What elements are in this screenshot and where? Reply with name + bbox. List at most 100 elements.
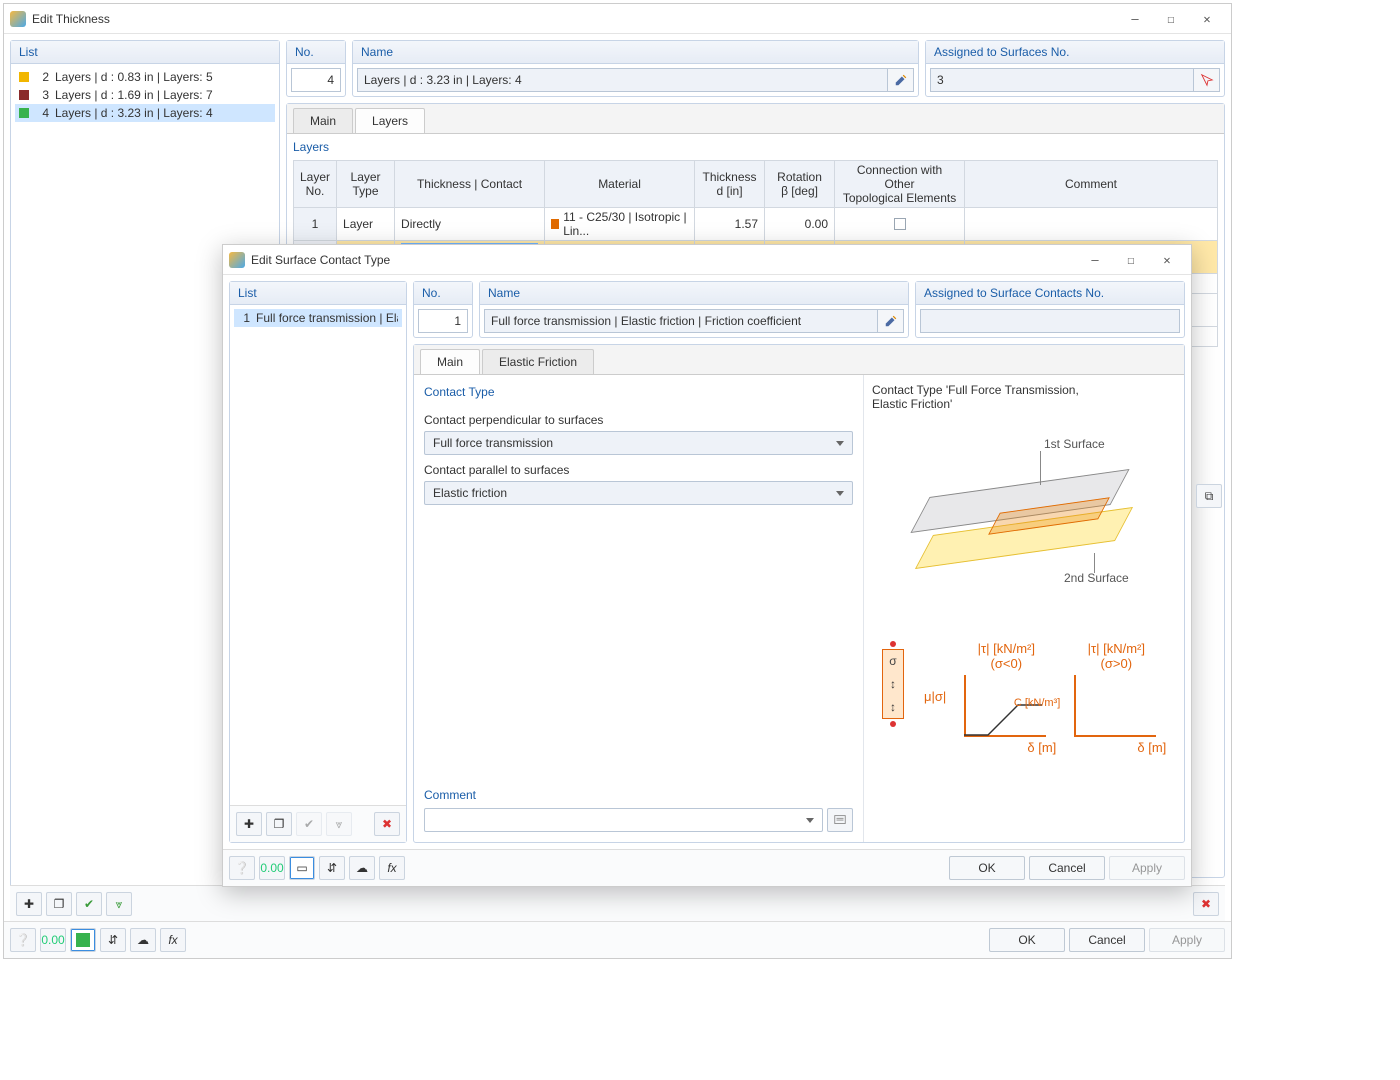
help-button[interactable]: ❔ bbox=[229, 856, 255, 880]
contact-type-section: Contact Type bbox=[424, 385, 853, 399]
apply-button: Apply bbox=[1149, 928, 1225, 952]
new-icon[interactable]: ✚ bbox=[16, 892, 42, 916]
col-connection: Connection with Other Topological Elemen… bbox=[835, 161, 965, 208]
ok-button[interactable]: OK bbox=[989, 928, 1065, 952]
name-panel: Name bbox=[352, 40, 919, 97]
chevron-down-icon bbox=[806, 818, 814, 823]
toolbar-thickness-lower: ✚ ❐ ✔ ⩔ ✖ bbox=[10, 885, 1225, 922]
delete-button[interactable]: ✖ bbox=[1193, 892, 1219, 916]
comment-pick-button[interactable] bbox=[827, 808, 853, 832]
comment-combo[interactable] bbox=[424, 808, 823, 832]
cancel-button[interactable]: Cancel bbox=[1029, 856, 1105, 880]
name-input[interactable] bbox=[484, 309, 878, 333]
plot-sigma-neg: |τ| [kN/m²] (σ<0) C [kN/m³] δ [m] bbox=[956, 641, 1056, 751]
tab-elastic-friction[interactable]: Elastic Friction bbox=[482, 349, 594, 374]
minimize-button[interactable]: — bbox=[1117, 5, 1153, 33]
parallel-select[interactable]: Elastic friction bbox=[424, 481, 853, 505]
edit-name-button[interactable] bbox=[888, 68, 914, 92]
diagram-title: Contact Type 'Full Force Transmission, E… bbox=[872, 383, 1176, 411]
tab-layers[interactable]: Layers bbox=[355, 108, 425, 133]
pick-surface-button[interactable] bbox=[1194, 68, 1220, 92]
new-icon[interactable]: ✚ bbox=[236, 812, 262, 836]
panel-header-list: List bbox=[230, 282, 406, 305]
fx-icon[interactable]: fx bbox=[160, 928, 186, 952]
assigned-input[interactable] bbox=[930, 68, 1194, 92]
no-panel: No. bbox=[286, 40, 346, 97]
tree-icon[interactable]: ⇵ bbox=[319, 856, 345, 880]
units-button[interactable]: 0.00 bbox=[40, 928, 66, 952]
minimize-button[interactable]: — bbox=[1077, 246, 1113, 274]
panel-header-name: Name bbox=[480, 282, 908, 305]
contact-diagram: 1st Surface 2nd Surface bbox=[894, 431, 1154, 631]
pick-icon bbox=[1200, 73, 1214, 87]
help-button[interactable]: ❔ bbox=[10, 928, 36, 952]
pencil-icon bbox=[884, 314, 898, 328]
layers-section-title: Layers bbox=[293, 140, 1218, 154]
col-layer-type: Layer Type bbox=[337, 161, 395, 208]
tab-main[interactable]: Main bbox=[420, 349, 480, 374]
fx-icon[interactable]: fx bbox=[379, 856, 405, 880]
expand-side-button[interactable]: ⧉ bbox=[1196, 484, 1222, 508]
note-icon bbox=[833, 813, 847, 827]
col-thickness-d: Thickness d [in] bbox=[695, 161, 765, 208]
pencil-icon bbox=[894, 73, 908, 87]
edit-name-button[interactable] bbox=[878, 309, 904, 333]
col-rotation: Rotation β [deg] bbox=[765, 161, 835, 208]
no-input[interactable] bbox=[418, 309, 468, 333]
list-item[interactable]: 4Layers | d : 3.23 in | Layers: 4 bbox=[15, 104, 275, 122]
col-material: Material bbox=[545, 161, 695, 208]
apply-button: Apply bbox=[1109, 856, 1185, 880]
mu-sigma-label: μ|σ| bbox=[924, 689, 946, 704]
panel-header-no: No. bbox=[287, 41, 345, 64]
ok-button[interactable]: OK bbox=[949, 856, 1025, 880]
panel-header-no: No. bbox=[414, 282, 472, 305]
list-item[interactable]: 1 Full force transmission | Elastic bbox=[234, 309, 402, 327]
tree-icon[interactable]: ⇵ bbox=[100, 928, 126, 952]
label-perpendicular: Contact perpendicular to surfaces bbox=[424, 413, 853, 427]
chevron-down-icon bbox=[836, 491, 844, 496]
model-icon[interactable]: ☁ bbox=[349, 856, 375, 880]
list-item[interactable]: 3Layers | d : 1.69 in | Layers: 7 bbox=[15, 86, 275, 104]
label-parallel: Contact parallel to surfaces bbox=[424, 463, 853, 477]
maximize-button[interactable]: ☐ bbox=[1113, 246, 1149, 274]
color-swatch-button[interactable] bbox=[70, 928, 96, 952]
maximize-button[interactable]: ☐ bbox=[1153, 5, 1189, 33]
col-thickness-contact: Thickness | Contact bbox=[395, 161, 545, 208]
check-icon: ✔ bbox=[296, 812, 322, 836]
perpendicular-select[interactable]: Full force transmission bbox=[424, 431, 853, 455]
checkall-icon: ⩔ bbox=[326, 812, 352, 836]
tab-main[interactable]: Main bbox=[293, 108, 353, 133]
copy-icon[interactable]: ❐ bbox=[266, 812, 292, 836]
dialog-title: Edit Surface Contact Type bbox=[251, 253, 390, 267]
check-icon[interactable]: ✔ bbox=[76, 892, 102, 916]
close-button[interactable]: ✕ bbox=[1189, 5, 1225, 33]
checkall-icon[interactable]: ⩔ bbox=[106, 892, 132, 916]
col-layer-no: Layer No. bbox=[294, 161, 337, 208]
col-comment: Comment bbox=[965, 161, 1218, 208]
preview-button[interactable]: ▭ bbox=[289, 856, 315, 880]
titlebar: Edit Thickness — ☐ ✕ bbox=[4, 4, 1231, 34]
plot-sigma-pos: |τ| [kN/m²] (σ>0) δ [m] bbox=[1066, 641, 1166, 751]
panel-header-list: List bbox=[11, 41, 279, 64]
name-input[interactable] bbox=[357, 68, 888, 92]
model-icon[interactable]: ☁ bbox=[130, 928, 156, 952]
app-icon bbox=[10, 11, 26, 27]
delete-button[interactable]: ✖ bbox=[374, 812, 400, 836]
app-icon bbox=[229, 252, 245, 268]
assigned-input[interactable] bbox=[920, 309, 1180, 333]
comment-section: Comment bbox=[424, 788, 853, 802]
assigned-panel: Assigned to Surfaces No. bbox=[925, 40, 1225, 97]
copy-icon[interactable]: ❐ bbox=[46, 892, 72, 916]
units-button[interactable]: 0.00 bbox=[259, 856, 285, 880]
no-input[interactable] bbox=[291, 68, 341, 92]
edit-surface-contact-dialog: Edit Surface Contact Type — ☐ ✕ List 1 F… bbox=[222, 244, 1192, 887]
table-row[interactable]: 1LayerDirectly11 - C25/30 | Isotropic | … bbox=[294, 208, 1218, 241]
list-item[interactable]: 2Layers | d : 0.83 in | Layers: 5 bbox=[15, 68, 275, 86]
chevron-down-icon bbox=[836, 441, 844, 446]
panel-header-assigned: Assigned to Surface Contacts No. bbox=[916, 282, 1184, 305]
panel-header-assigned: Assigned to Surfaces No. bbox=[926, 41, 1224, 64]
close-button[interactable]: ✕ bbox=[1149, 246, 1185, 274]
panel-header-name: Name bbox=[353, 41, 918, 64]
cancel-button[interactable]: Cancel bbox=[1069, 928, 1145, 952]
tabstrip: Main Layers bbox=[287, 104, 1224, 134]
